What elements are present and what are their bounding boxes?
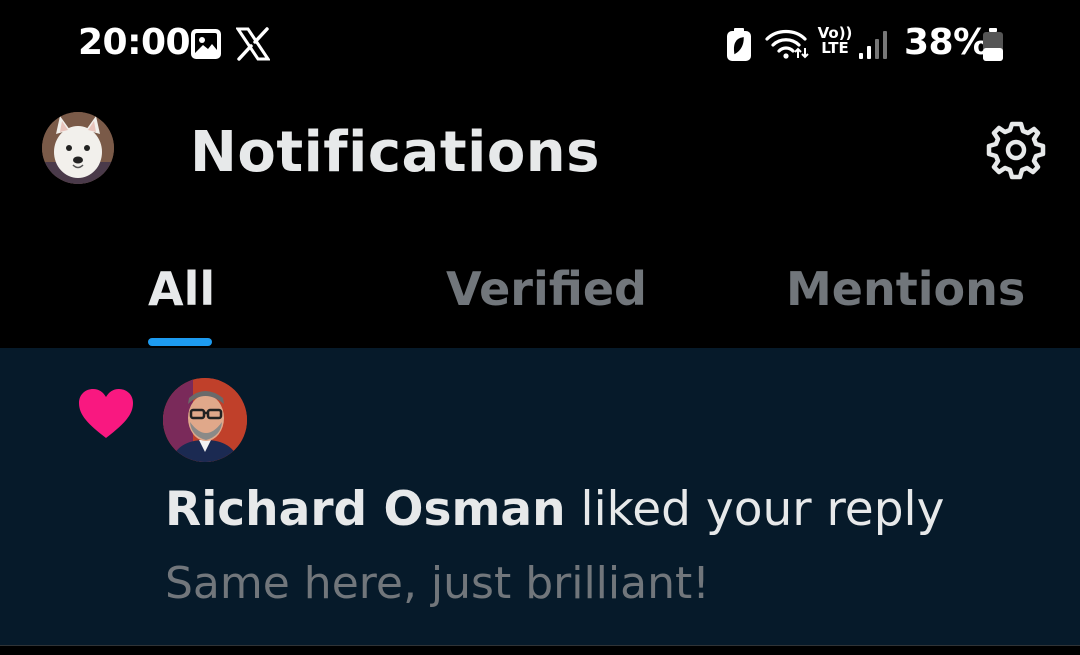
battery-percent: 38% (904, 22, 989, 63)
active-tab-indicator (148, 338, 212, 346)
volte-icon: Vo)) LTE (816, 26, 854, 56)
battery-icon (982, 28, 1004, 66)
tab-mentions[interactable]: Mentions (786, 262, 1025, 316)
status-bar: 20:00 Vo)) LTE 38% (0, 0, 1080, 90)
notification-tabs: All Verified Mentions (0, 240, 1080, 349)
reply-snippet: Same here, just brilliant! (165, 558, 710, 609)
notification-item[interactable]: Richard Osman liked your reply Same here… (0, 348, 1080, 646)
gear-icon[interactable] (986, 120, 1046, 180)
actor-name[interactable]: Richard Osman (165, 482, 566, 537)
battery-saver-icon (726, 28, 752, 66)
volte-bottom-label: LTE (821, 39, 849, 57)
heart-icon (78, 388, 134, 440)
x-logo-icon (235, 27, 271, 65)
tab-verified[interactable]: Verified (446, 262, 647, 316)
notification-action: liked your reply (565, 482, 945, 537)
signal-icon (858, 30, 890, 64)
person-avatar-image (163, 378, 247, 462)
wifi-icon (765, 28, 809, 64)
notification-text: Richard Osman liked your reply (165, 482, 944, 537)
user-avatar[interactable] (163, 378, 247, 462)
tab-all[interactable]: All (148, 262, 215, 316)
dog-avatar-image (42, 112, 114, 184)
page-title: Notifications (190, 120, 600, 185)
gallery-icon (190, 28, 222, 64)
profile-avatar[interactable] (42, 112, 114, 184)
status-time: 20:00 (78, 22, 191, 63)
